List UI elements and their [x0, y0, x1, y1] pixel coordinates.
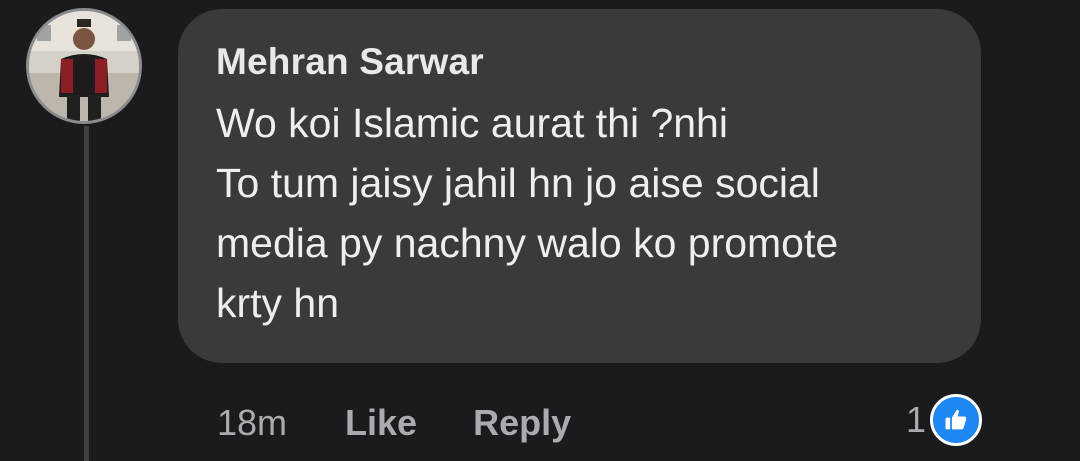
- like-button[interactable]: Like: [345, 402, 417, 444]
- thumbs-up-icon: [930, 394, 983, 446]
- reaction-count: 1: [906, 399, 927, 440]
- comment-thread: Mehran Sarwar Wo koi Islamic aurat thi ?…: [0, 0, 1080, 461]
- comment-line: Wo koi Islamic aurat thi ?nhi: [216, 100, 728, 146]
- comment-bubble: Mehran Sarwar Wo koi Islamic aurat thi ?…: [178, 9, 981, 363]
- avatar[interactable]: [26, 8, 142, 124]
- comment-body: Wo koi Islamic aurat thi ?nhi To tum jai…: [216, 93, 943, 333]
- comment-actions: 18m Like Reply: [217, 395, 571, 451]
- comment-line: To tum jaisy jahil hn jo aise social: [216, 160, 820, 206]
- comment-line: krty hn: [216, 280, 340, 326]
- comment-line: media py nachny walo ko promote: [216, 220, 839, 266]
- reply-button[interactable]: Reply: [473, 402, 571, 444]
- thread-connector-line: [84, 126, 89, 461]
- reaction-summary[interactable]: 1: [906, 388, 983, 452]
- comment-author-name[interactable]: Mehran Sarwar: [216, 39, 943, 85]
- comment-timestamp[interactable]: 18m: [217, 402, 287, 444]
